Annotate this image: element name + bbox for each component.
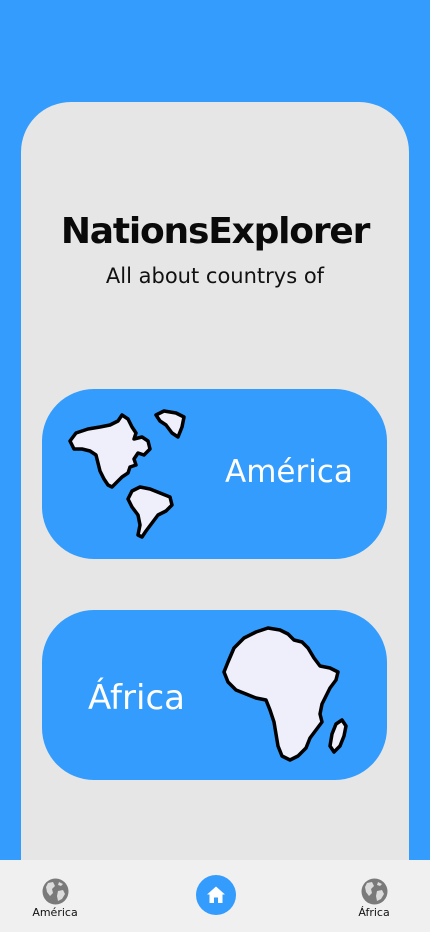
nav-label-africa: África (358, 906, 390, 919)
home-icon (207, 886, 225, 903)
app-title: NationsExplorer (60, 211, 371, 252)
bottom-navigation: América África (0, 860, 430, 932)
america-card[interactable]: América (42, 389, 387, 559)
nav-item-america[interactable]: América (20, 878, 90, 919)
app-screen: NationsExplorer All about countrys of Am… (0, 0, 430, 932)
americas-map-icon (68, 409, 186, 539)
america-label: América (225, 454, 353, 490)
globe-icon (42, 878, 68, 905)
app-subtitle: All about countrys of (105, 264, 325, 288)
africa-map-icon (222, 626, 348, 762)
nav-label-america: América (32, 906, 78, 919)
africa-label: África (88, 678, 185, 718)
africa-card[interactable]: África (42, 610, 387, 780)
globe-icon (361, 878, 387, 905)
main-card: NationsExplorer All about countrys of Am… (21, 102, 409, 872)
home-button[interactable] (196, 875, 236, 915)
nav-item-africa[interactable]: África (339, 878, 409, 919)
